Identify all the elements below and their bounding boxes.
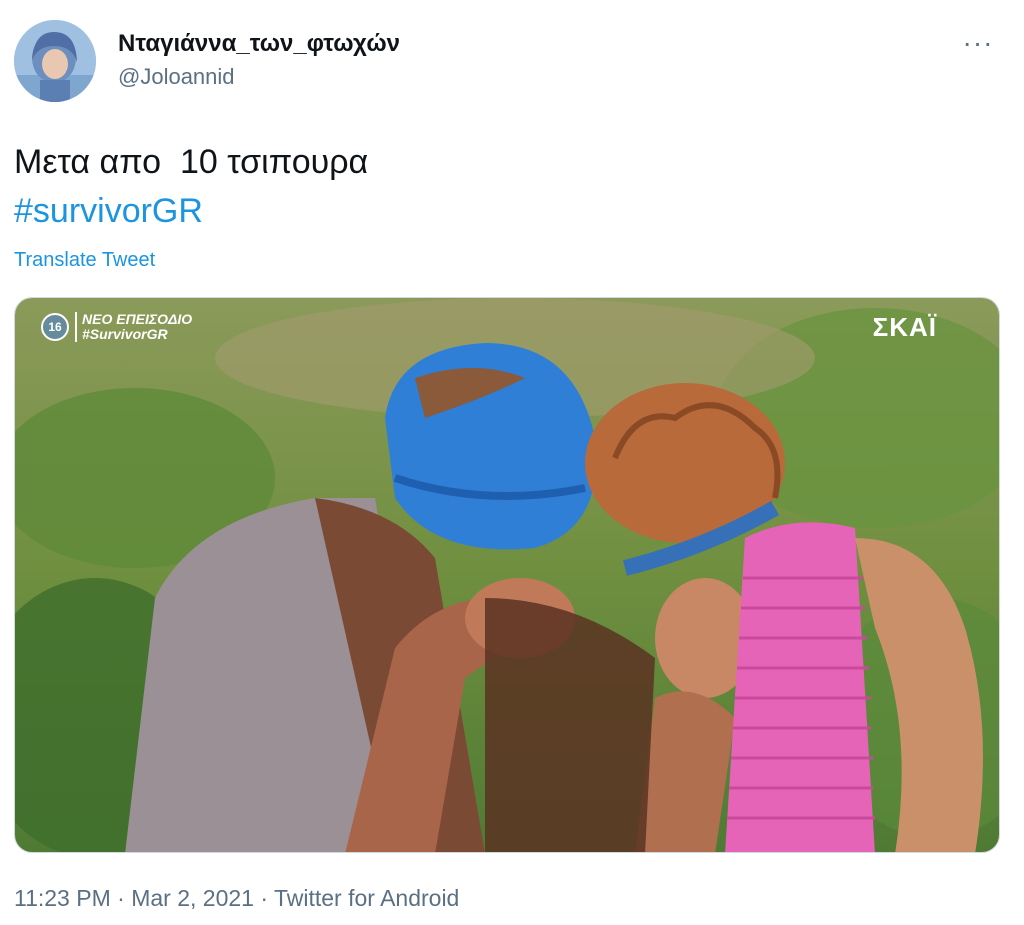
tweet-card: Νταγιάννα_των_φτωχών @Joloannid ··· Μετα… bbox=[0, 0, 1024, 925]
tweet-time: 11:23 PM bbox=[14, 885, 111, 911]
user-handle[interactable]: @Joloannid bbox=[118, 64, 235, 90]
tweet-source-link[interactable]: Twitter for Android bbox=[274, 885, 459, 911]
episode-overlay: 16 ΝΕΟ ΕΠΕΙΣΟΔΙΟ #SurvivorGR bbox=[41, 312, 192, 342]
tweet-media-image[interactable]: 16 ΝΕΟ ΕΠΕΙΣΟΔΙΟ #SurvivorGR ΣΚΑΪ bbox=[14, 297, 1000, 853]
display-name[interactable]: Νταγιάννα_των_φτωχών bbox=[118, 30, 400, 58]
avatar-image bbox=[14, 20, 96, 102]
avatar[interactable] bbox=[14, 20, 96, 102]
more-horizontal-icon: ··· bbox=[962, 27, 994, 58]
episode-overlay-text: ΝΕΟ ΕΠΕΙΣΟΔΙΟ #SurvivorGR bbox=[75, 312, 192, 342]
media-photo bbox=[15, 298, 999, 852]
episode-overlay-line2: #SurvivorGR bbox=[82, 326, 168, 342]
tweet-metadata: 11:23 PM · Mar 2, 2021 · Twitter for And… bbox=[14, 885, 459, 912]
meta-separator: · bbox=[260, 885, 274, 911]
translate-tweet-link[interactable]: Translate Tweet bbox=[14, 249, 155, 272]
meta-separator: · bbox=[110, 885, 132, 911]
more-options-button[interactable]: ··· bbox=[958, 27, 998, 58]
episode-overlay-line1: ΝΕΟ ΕΠΕΙΣΟΔΙΟ bbox=[82, 311, 193, 327]
channel-number-badge: 16 bbox=[41, 313, 69, 341]
tweet-date: Mar 2, 2021 bbox=[131, 885, 254, 911]
hashtag-link[interactable]: #survivorGR bbox=[14, 192, 203, 231]
tweet-timestamp-link[interactable]: 11:23 PM · Mar 2, 2021 bbox=[14, 885, 260, 911]
channel-logo: ΣΚΑΪ bbox=[872, 312, 937, 342]
tweet-text: Μετα απο 10 τσιπουρα bbox=[14, 143, 369, 181]
